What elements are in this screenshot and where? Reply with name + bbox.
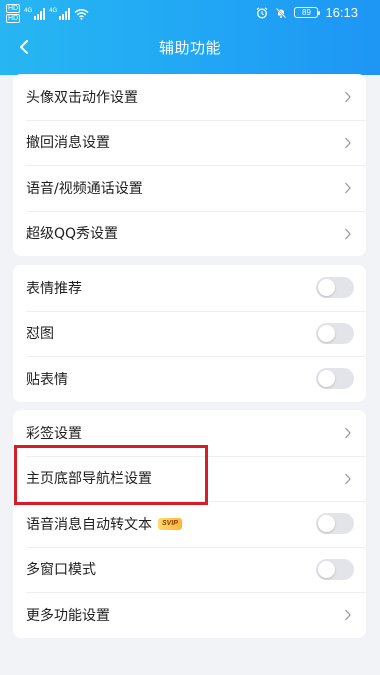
paste-sticker-toggle[interactable] — [316, 368, 354, 389]
status-left: HD HD 4G 4G — [6, 4, 89, 23]
multi-window-toggle[interactable] — [316, 558, 354, 580]
settings-item-label: 更多功能设置 — [26, 607, 110, 624]
dui-tu-toggle[interactable] — [316, 322, 354, 344]
toggle-knob — [318, 370, 335, 387]
settings-item-label: 语音消息自动转文本 — [26, 516, 152, 533]
chevron-right-icon — [345, 228, 351, 239]
clock: 16:13 — [325, 5, 358, 20]
settings-item-voice-video-call[interactable]: 语音/视频通话设置 — [13, 165, 366, 211]
settings-item-color-tag[interactable]: 彩签设置 — [13, 410, 366, 456]
settings-item-more-features[interactable]: 更多功能设置 — [13, 592, 366, 638]
settings-item-label: 多窗口模式 — [26, 562, 96, 579]
sticker-recommend-toggle[interactable] — [316, 277, 354, 298]
settings-item-bottom-nav-bar[interactable]: 主页底部导航栏设置 — [13, 455, 366, 502]
chevron-right-icon — [345, 473, 351, 484]
settings-group-1: 头像双击动作设置 撤回消息设置 语音/视频通话设置 超级QQ秀设置 — [13, 74, 366, 256]
hd-badge: HD — [6, 4, 21, 13]
alarm-icon — [257, 6, 268, 18]
settings-item-label: 表情推荐 — [26, 280, 82, 297]
chevron-right-icon — [345, 427, 351, 439]
wifi-icon — [74, 8, 89, 20]
settings-group-3: 彩签设置 主页底部导航栏设置 语音消息自动转文本 SVIP 多窗口模式 更多功能… — [13, 410, 366, 638]
settings-item-label: 语音/视频通话设置 — [26, 180, 143, 197]
settings-item-paste-sticker: 贴表情 — [13, 356, 366, 402]
status-bar: HD HD 4G 4G 89 16:13 — [0, 0, 380, 24]
signal-label: 4G — [49, 7, 58, 14]
settings-item-label: 撤回消息设置 — [26, 135, 110, 152]
settings-item-label: 彩签设置 — [26, 425, 82, 442]
settings-item-multi-window: 多窗口模式 — [13, 546, 366, 593]
settings-item-sticker-recommend: 表情推荐 — [13, 265, 366, 311]
settings-item-label: 主页底部导航栏设置 — [26, 471, 152, 488]
settings-item-dui-tu: 怼图 — [13, 310, 366, 357]
settings-item-super-qq-show[interactable]: 超级QQ秀设置 — [13, 210, 366, 257]
toggle-knob — [318, 279, 335, 296]
settings-item-voice-to-text: 语音消息自动转文本 SVIP — [13, 501, 366, 547]
chevron-right-icon — [345, 182, 351, 194]
toggle-knob — [318, 560, 335, 578]
nav-bar: 辅助功能 — [0, 28, 380, 66]
settings-item-recall-message[interactable]: 撤回消息设置 — [13, 119, 366, 166]
app-header: HD HD 4G 4G 89 16:13 辅助功能 — [0, 0, 380, 75]
settings-group-2: 表情推荐 怼图 贴表情 — [13, 265, 366, 402]
toggle-knob — [318, 515, 335, 532]
signal-icon: 4G — [49, 7, 71, 20]
svip-badge: SVIP — [158, 517, 182, 530]
hd-badge: HD — [6, 14, 21, 23]
signal-icon: 4G — [24, 7, 46, 20]
hd-badges: HD HD — [6, 4, 21, 23]
settings-item-label: 怼图 — [26, 326, 54, 343]
page-title: 辅助功能 — [158, 39, 221, 57]
settings-item-avatar-double-tap[interactable]: 头像双击动作设置 — [13, 74, 366, 120]
chevron-right-icon — [345, 91, 351, 103]
toggle-knob — [318, 324, 335, 342]
signal-label: 4G — [24, 7, 33, 14]
chevron-right-icon — [345, 609, 351, 621]
chevron-right-icon — [345, 137, 351, 148]
settings-item-label: 贴表情 — [26, 371, 68, 388]
battery-icon: 89 — [294, 7, 321, 18]
voice-to-text-toggle[interactable] — [316, 513, 354, 534]
settings-item-label: 超级QQ秀设置 — [26, 226, 119, 243]
settings-item-label: 头像双击动作设置 — [26, 89, 138, 106]
status-right: 89 16:13 — [256, 5, 358, 20]
mute-icon — [276, 7, 287, 18]
